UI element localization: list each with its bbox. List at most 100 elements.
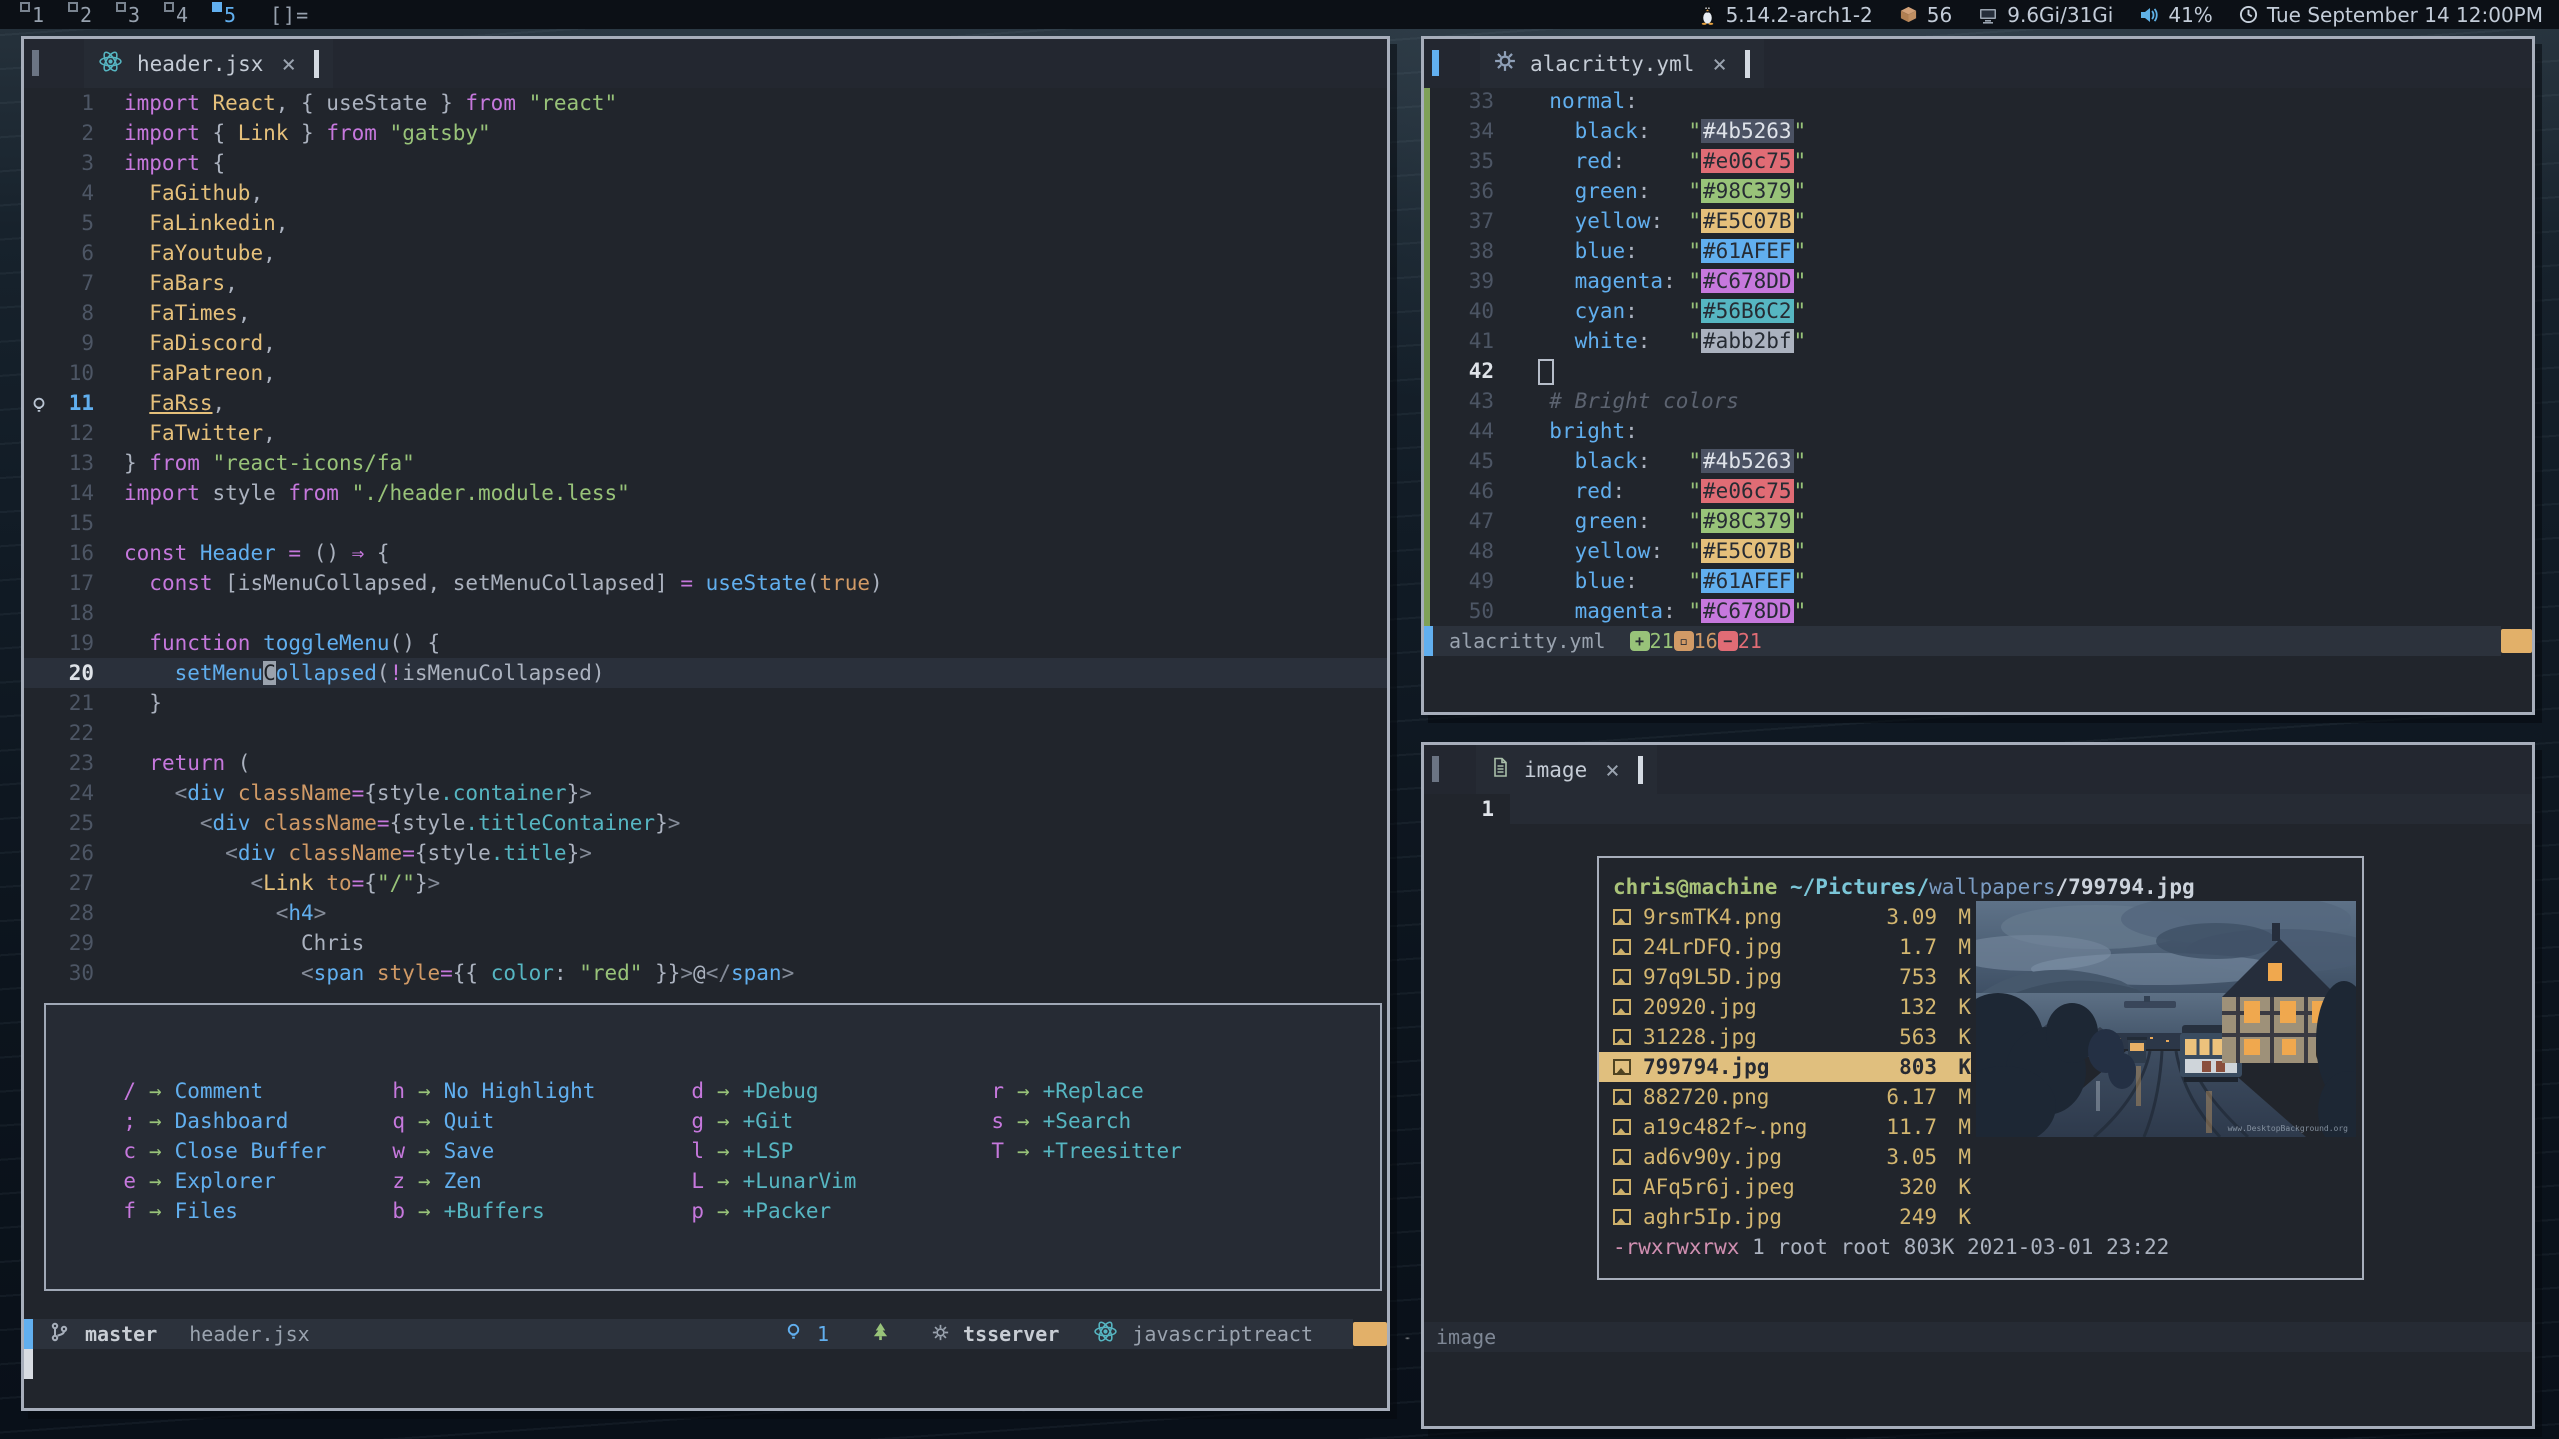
inactive-cursor	[1538, 359, 1554, 385]
whichkey-column: h→No Highlightq→Quitw→Savez→Zenb→+Buffer…	[379, 1076, 595, 1226]
image-file-icon	[1613, 1149, 1631, 1165]
workspace-3[interactable]: 3	[110, 0, 158, 29]
line-number: 39	[1469, 269, 1494, 293]
color-chip: #98C379	[1701, 179, 1794, 203]
statusline: image	[1424, 1322, 2532, 1352]
line-number: 1	[1481, 797, 1494, 821]
code-line: 25 <div className={style.titleContainer}…	[24, 808, 1387, 838]
text-cursor	[314, 50, 319, 78]
perms-segment: 1 root root 803K 2021-03-01 23:22	[1739, 1235, 2169, 1259]
tabline: image ×	[1424, 745, 2532, 794]
color-chip: #56B6C2	[1701, 299, 1794, 323]
git-branch-name: master	[85, 1322, 157, 1346]
line-number: 49	[1469, 569, 1494, 593]
color-chip: #C678DD	[1701, 269, 1794, 293]
line-number: 15	[69, 511, 94, 535]
file-row: 24LrDFQ.jpg1.7M	[1599, 932, 1971, 962]
file-row: aghr5Ip.jpg249K	[1599, 1202, 1971, 1232]
line-number: 41	[1469, 329, 1494, 353]
code-line: 45 black: "#4b5263"	[1424, 446, 2532, 476]
code-line: 26 <div className={style.title}>	[24, 838, 1387, 868]
cmd-mode-indicator	[24, 1349, 33, 1379]
scrollbar-thumb[interactable]	[2501, 629, 2532, 653]
line-number: 20	[69, 661, 94, 685]
line-number: 36	[1469, 179, 1494, 203]
workspace-1[interactable]: 1	[14, 0, 62, 29]
winbar-mark	[1432, 756, 1439, 782]
workspace-4[interactable]: 4	[158, 0, 206, 29]
image-file-icon	[1613, 1029, 1631, 1045]
tab-header-jsx[interactable]: header.jsx ×	[84, 39, 333, 88]
image-file-icon	[1613, 939, 1631, 955]
tree-icon	[871, 1322, 890, 1346]
command-line: <leader> <esc> close <bs> go up one leve…	[24, 1349, 1387, 1379]
whichkey-binding-b: b→+Buffers	[379, 1196, 595, 1226]
image-file-icon	[1613, 1059, 1631, 1075]
close-icon[interactable]: ×	[1708, 50, 1730, 78]
line-number: 33	[1469, 89, 1494, 113]
code-line: 30 <span style={{ color: "red" }}>@</spa…	[24, 958, 1387, 988]
line-number: 34	[1469, 119, 1494, 143]
lsp-server-name: tsserver	[963, 1322, 1059, 1346]
code-line: 3import {	[24, 148, 1387, 178]
code-line: 9 FaDiscord,	[24, 328, 1387, 358]
line-number: 50	[1469, 599, 1494, 623]
whichkey-binding-L: L→+LunarVim	[678, 1166, 856, 1196]
line-number: 2	[81, 121, 94, 145]
line-number: 6	[81, 241, 94, 265]
workspace-5[interactable]: 5	[206, 0, 254, 29]
line-number: 1	[81, 91, 94, 115]
file-permissions-line: -rwxrwxrwx 1 root root 803K 2021-03-01 2…	[1599, 1232, 2362, 1262]
line-number: 45	[1469, 449, 1494, 473]
line-number: 44	[1469, 419, 1494, 443]
text-cursor	[1638, 756, 1643, 784]
whichkey-column: /→Comment;→Dashboardc→Close Buffere→Expl…	[110, 1076, 326, 1226]
code-line: 21 }	[24, 688, 1387, 718]
close-icon[interactable]: ×	[1601, 756, 1623, 784]
clock-icon	[2239, 5, 2258, 24]
line-number: 42	[1469, 359, 1494, 383]
workspace-switcher: 12345	[0, 0, 254, 29]
line-number: 11	[69, 391, 94, 415]
color-chip: #E5C07B	[1701, 209, 1794, 233]
terminal-output-box: chris@machine ~/Pictures/wallpapers/7997…	[1597, 856, 2364, 1280]
code-line: 36 green: "#98C379"	[1424, 176, 2532, 206]
whichkey-binding-e: e→Explorer	[110, 1166, 326, 1196]
line-number: 40	[1469, 299, 1494, 323]
file-icon	[1490, 756, 1510, 783]
tab-image[interactable]: image ×	[1476, 745, 1657, 794]
code-line: 47 green: "#98C379"	[1424, 506, 2532, 536]
line-number: 48	[1469, 539, 1494, 563]
scrollbar-thumb[interactable]	[1353, 1322, 1387, 1346]
code-line: 38 blue: "#61AFEF"	[1424, 236, 2532, 266]
line-number: 19	[69, 631, 94, 655]
lsp-gear-icon	[932, 1322, 949, 1346]
close-icon[interactable]: ×	[277, 50, 299, 78]
mode-indicator	[1424, 626, 1433, 656]
layout-indicator: []=	[270, 3, 309, 27]
statusline-filename: image	[1436, 1325, 1496, 1349]
code-line: 28 <h4>	[24, 898, 1387, 928]
color-chip: #4b5263	[1701, 449, 1794, 473]
mode-indicator	[24, 1319, 33, 1349]
volume-icon	[2139, 5, 2159, 25]
code-line: 46 red: "#e06c75"	[1424, 476, 2532, 506]
line-number: 38	[1469, 239, 1494, 263]
code-line: 49 blue: "#61AFEF"	[1424, 566, 2532, 596]
file-row: ad6v90y.jpg3.05M	[1599, 1142, 1971, 1172]
line-number: 8	[81, 301, 94, 325]
status-clock: Tue September 14 12:00PM	[2239, 3, 2543, 27]
line-number: 4	[81, 181, 94, 205]
gear-icon	[1494, 50, 1516, 77]
line-number: 12	[69, 421, 94, 445]
line-number: 24	[69, 781, 94, 805]
line-number: 25	[69, 811, 94, 835]
code-area: 33 normal:34 black: "#4b5263"35 red: "#e…	[1424, 86, 2532, 626]
whichkey-binding-/: /→Comment	[110, 1076, 326, 1106]
code-line: 29 Chris	[24, 928, 1387, 958]
git-modified-count: 16	[1694, 629, 1718, 653]
lightbulb-icon	[784, 1322, 803, 1346]
tab-alacritty-yml[interactable]: alacritty.yml ×	[1480, 39, 1764, 88]
workspace-2[interactable]: 2	[62, 0, 110, 29]
code-line: 37 yellow: "#E5C07B"	[1424, 206, 2532, 236]
